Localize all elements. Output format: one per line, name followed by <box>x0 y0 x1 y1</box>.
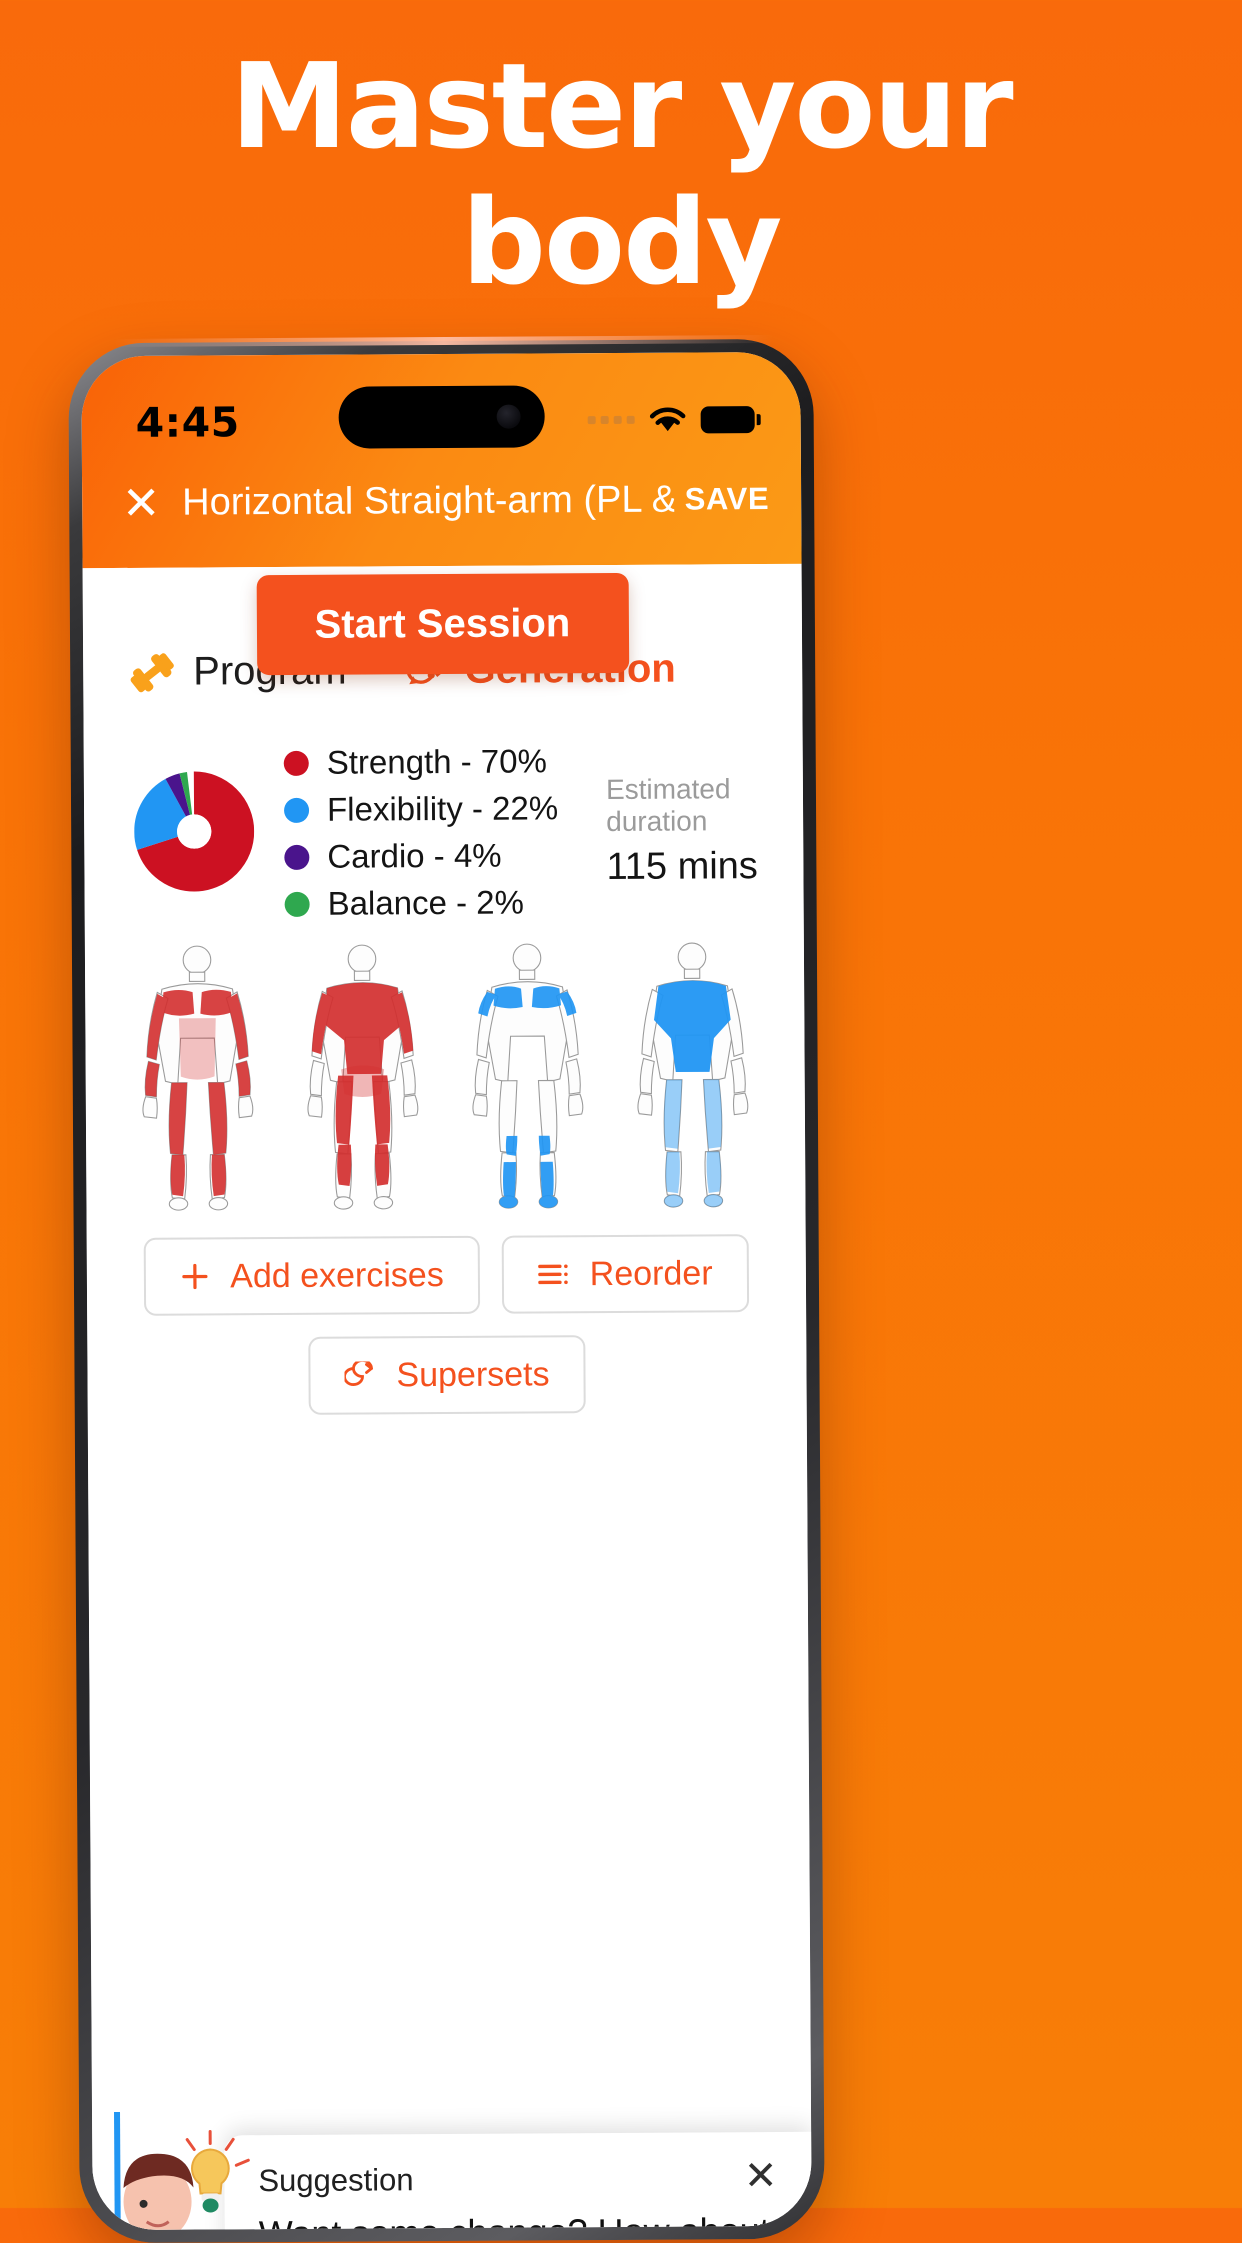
plus-icon <box>180 1261 210 1291</box>
estimated-duration-label: Estimated duration <box>605 773 731 838</box>
composition-donut-chart <box>134 771 255 897</box>
legend-item: Strength - 70% <box>283 742 558 782</box>
reorder-list-icon <box>537 1261 570 1287</box>
app-header: 4:45 ✕ Horizontal Straight-arm (PL & SAV… <box>81 351 802 569</box>
status-bar-indicators <box>587 405 755 434</box>
app-body: Start Session Strength - 70% Flexibility… <box>82 563 812 2231</box>
poster-headline: Master your body <box>230 37 1013 311</box>
composition-legend: Strength - 70% Flexibility - 22% Cardio … <box>283 742 559 923</box>
program-summary: Strength - 70% Flexibility - 22% Cardio … <box>84 741 804 924</box>
nav-bar: ✕ Horizontal Straight-arm (PL & FL) SAVE <box>82 456 802 568</box>
legend-label-flexibility: Flexibility - 22% <box>326 789 559 828</box>
back-body-flexibility-map <box>637 942 749 1208</box>
front-body-strength-map <box>142 945 254 1211</box>
add-exercises-button[interactable]: Add exercises <box>143 1235 480 1316</box>
mascot-eye <box>139 2199 148 2208</box>
phone-mockup: 4:45 ✕ Horizontal Straight-arm (PL & SAV… <box>68 334 825 2243</box>
legend-item: Cardio - 4% <box>284 836 558 876</box>
suggestion-body-text: Want some change? How about replacing: <box>259 2208 779 2230</box>
supersets-label: Supersets <box>396 1354 550 1394</box>
battery-full-icon <box>700 405 755 433</box>
estimated-duration-value: 115 mins <box>606 845 758 889</box>
muscle-activation-maps <box>85 920 806 1212</box>
dynamic-island <box>337 385 545 449</box>
phone-screen: 4:45 ✕ Horizontal Straight-arm (PL & SAV… <box>81 351 812 2231</box>
legend-dot-flexibility <box>283 797 310 823</box>
front-camera-icon <box>496 404 521 429</box>
legend-dot-strength <box>283 750 309 776</box>
legend-label-cardio: Cardio - 4% <box>327 836 502 875</box>
start-session-button[interactable]: Start Session <box>256 572 629 676</box>
wifi-icon <box>649 406 687 434</box>
legend-item: Balance - 2% <box>284 883 559 923</box>
suggestion-area: 1 <box>92 2108 812 2231</box>
legend-item: Flexibility - 22% <box>283 789 559 829</box>
actions-row-primary: Add exercises Reorder <box>137 1234 756 1316</box>
suggestion-card: Suggestion ✕ Want some change? How about… <box>224 2131 812 2231</box>
phone-top-highlight <box>114 334 774 348</box>
superset-loop-icon <box>344 1361 376 1389</box>
save-button[interactable]: SAVE <box>685 481 774 518</box>
reorder-label: Reorder <box>589 1253 713 1293</box>
estimated-duration: Estimated duration 115 mins <box>588 773 764 889</box>
dumbbell-icon <box>129 651 175 693</box>
supersets-button[interactable]: Supersets <box>308 1335 586 1415</box>
legend-dot-balance <box>284 891 310 917</box>
actions-row-secondary: Supersets <box>137 1334 756 1416</box>
back-body-strength-map <box>307 944 419 1210</box>
status-bar: 4:45 <box>81 352 801 460</box>
program-actions: Add exercises Reorder Supersets <box>87 1208 807 1416</box>
close-icon[interactable]: ✕ <box>110 472 172 534</box>
page-title: Horizontal Straight-arm (PL & FL) <box>182 478 675 524</box>
legend-dot-cardio <box>284 844 310 870</box>
close-icon[interactable]: ✕ <box>744 2154 778 2198</box>
suggestion-header: Suggestion ✕ <box>258 2154 778 2199</box>
reorder-button[interactable]: Reorder <box>501 1234 749 1314</box>
mascot-idea-illustration <box>123 2129 250 2231</box>
front-body-flexibility-map <box>472 943 584 1209</box>
status-bar-time: 4:45 <box>135 398 240 447</box>
add-exercises-label: Add exercises <box>230 1255 444 1295</box>
legend-label-strength: Strength - 70% <box>326 742 548 781</box>
cellular-dots-icon <box>587 415 635 425</box>
legend-label-balance: Balance - 2% <box>327 883 525 922</box>
